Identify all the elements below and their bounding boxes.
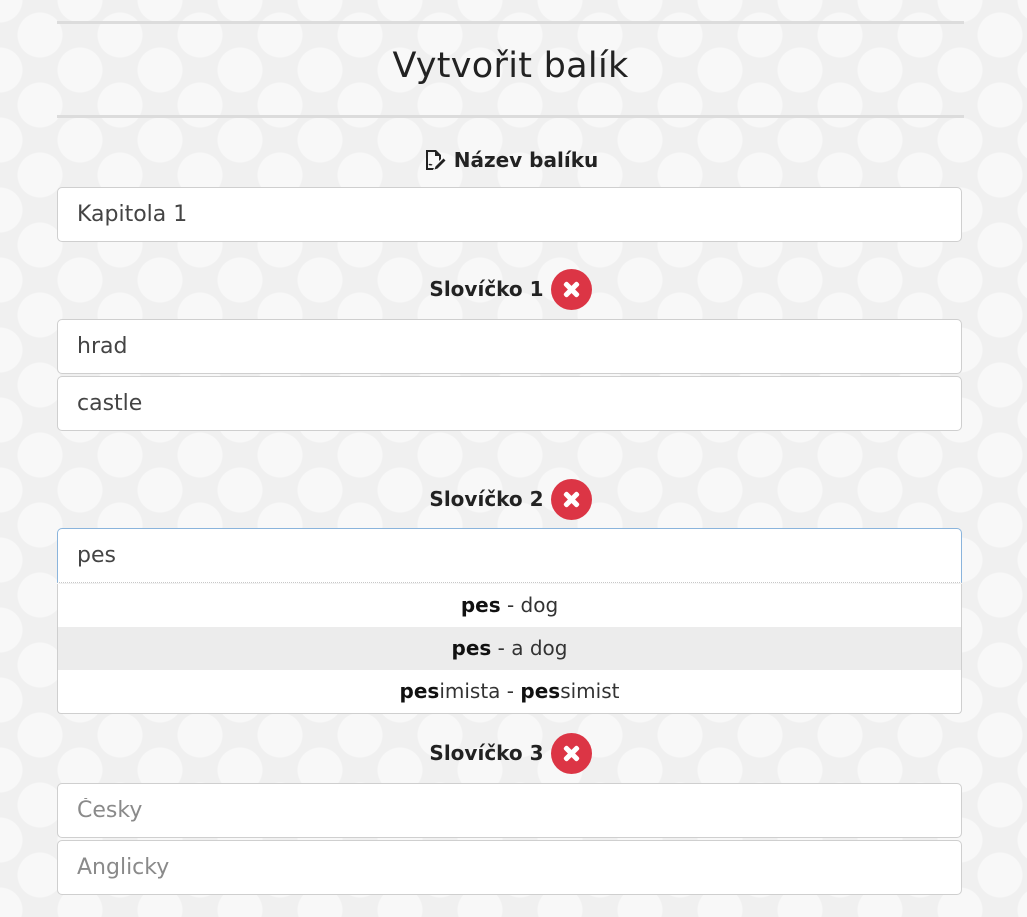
edit-document-icon	[425, 150, 446, 170]
page-title: Vytvořit balík	[392, 46, 629, 86]
word-3-english-input[interactable]	[57, 840, 962, 895]
autocomplete-option[interactable]: pes - dog	[58, 584, 961, 627]
word-2-label: Slovíčko 2	[429, 487, 544, 511]
autocomplete-option[interactable]: pes - a dog	[58, 627, 961, 670]
word-1-english-input[interactable]	[57, 376, 962, 431]
word-2-czech-input[interactable]	[57, 528, 962, 583]
title-divider	[57, 115, 964, 118]
word-1-czech-input[interactable]	[57, 319, 962, 374]
package-name-label: Název balíku	[57, 145, 964, 175]
top-divider	[57, 21, 964, 24]
word-1-label: Slovíčko 1	[429, 277, 544, 301]
remove-word-2-icon[interactable]	[550, 478, 592, 520]
word-3-label: Slovíčko 3	[429, 741, 544, 765]
autocomplete-list: pes - dog pes - a dog pesimista - pessim…	[57, 584, 962, 714]
package-name-input[interactable]	[57, 187, 962, 242]
remove-word-1-icon[interactable]	[550, 268, 592, 310]
word-1-header: Slovíčko 1	[57, 268, 964, 310]
remove-word-3-icon[interactable]	[550, 732, 592, 774]
package-name-label-text: Název balíku	[453, 148, 599, 172]
autocomplete-option[interactable]: pesimista - pessimist	[58, 670, 961, 713]
word-3-header: Slovíčko 3	[57, 732, 964, 774]
word-2-header: Slovíčko 2	[57, 478, 964, 520]
word-3-czech-input[interactable]	[57, 783, 962, 838]
